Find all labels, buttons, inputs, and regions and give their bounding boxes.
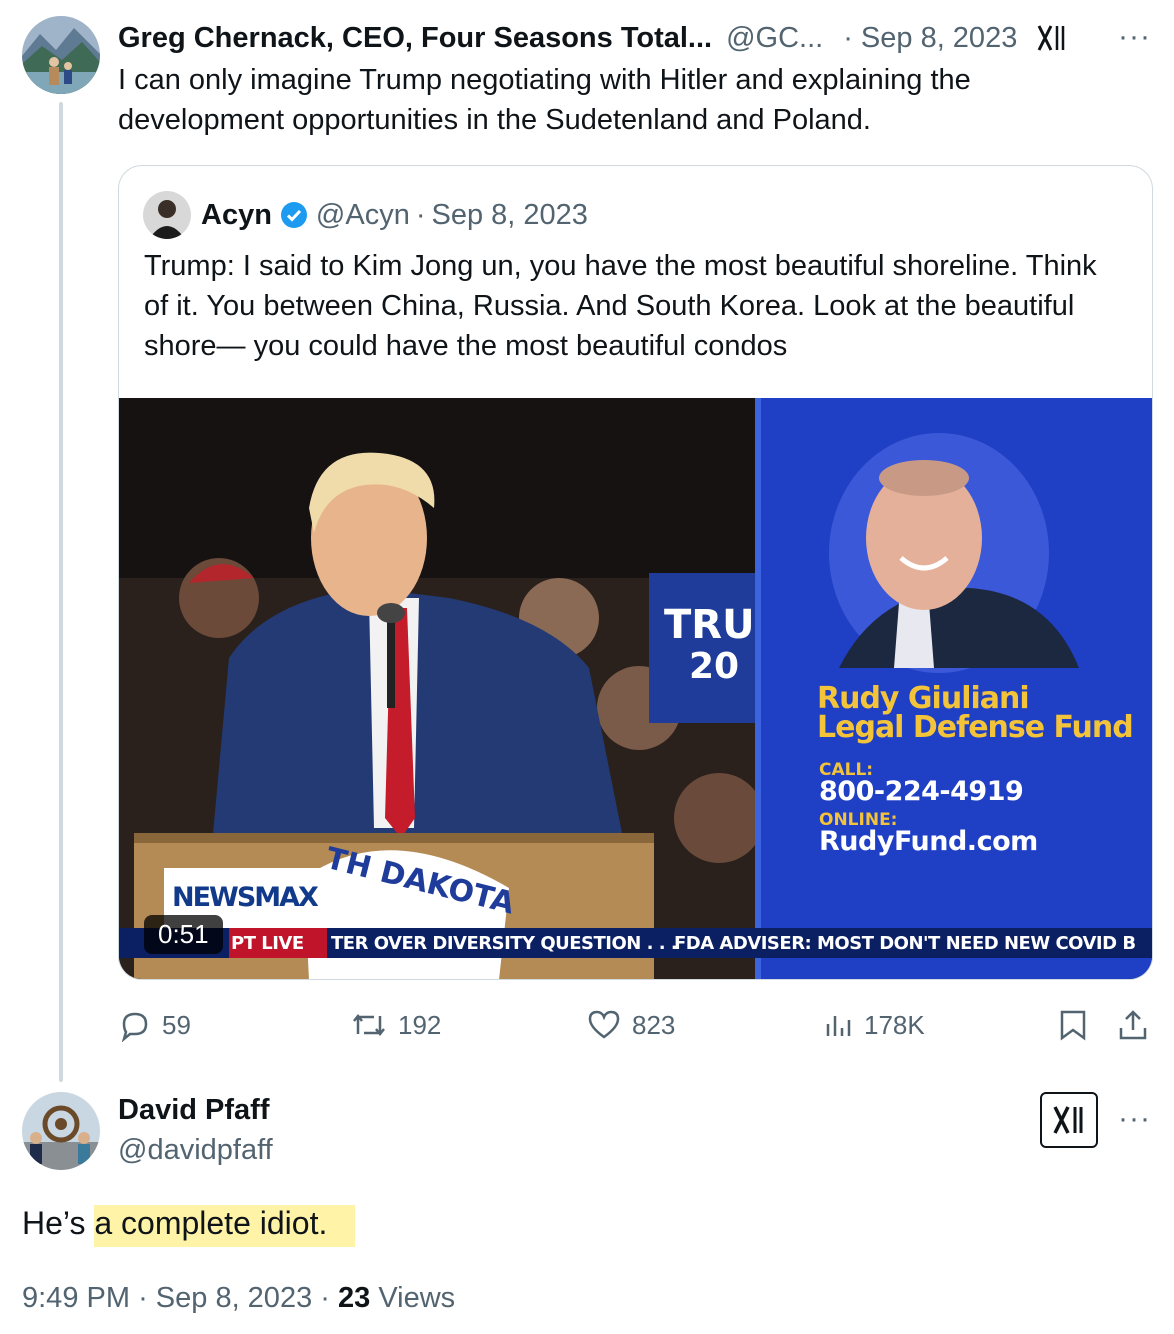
reply-button[interactable]: 59 [118,1005,191,1045]
repost-icon [353,1013,385,1037]
ticker-headline-2: FDA ADVISER: MOST DON'T NEED NEW COVID B [674,933,1136,954]
bookmark-icon [1060,1010,1086,1041]
quoted-author-handle[interactable]: @Acyn [316,199,410,232]
author-handle[interactable]: @GC... [726,22,823,55]
reply-count: 59 [162,1009,191,1040]
views-count: 178K [864,1009,925,1040]
views-count: 23 [337,1282,371,1314]
quoted-tweet[interactable]: Acyn @Acyn · Sep 8, 2023 Trump: I said t… [118,165,1153,980]
share-button[interactable] [1116,1005,1160,1045]
bookmark-button[interactable] [1058,1005,1098,1045]
tweet-text-prefix: He’s [22,1205,95,1241]
tweet-text: He’s a complete idiot. [22,1205,356,1247]
more-options-icon[interactable]: ··· [1118,1104,1151,1134]
repost-button[interactable]: 192 [350,1005,441,1045]
heart-icon [588,1010,620,1039]
more-options-icon[interactable]: ··· [1118,22,1151,52]
live-label: PT LIVE [231,933,304,954]
video-player[interactable]: TRU 20 TH DAKOTA Rudy Giuliani Legal Def… [119,398,1152,979]
fund-title-line-2: Legal Defense Fund [817,710,1134,745]
video-duration: 0:51 [144,915,223,954]
website: RudyFund.com [819,826,1038,857]
quoted-author-name[interactable]: Acyn [201,199,272,232]
like-count: 823 [632,1009,676,1040]
author-avatar[interactable] [22,16,100,94]
quoted-author-avatar[interactable] [143,191,191,239]
quoted-tweet-header: Acyn @Acyn · Sep 8, 2023 [143,190,588,240]
sign-text: 20 [689,646,739,687]
separator-dot: · [138,1282,156,1314]
news-ticker: PT LIVE TER OVER DIVERSITY QUESTION . . … [119,928,1152,958]
tweet-date[interactable]: Sep 8, 2023 [861,22,1017,55]
reply-icon [121,1012,148,1042]
phone-number: 800-224-4919 [819,776,1024,807]
x-logo-icon [1035,21,1069,55]
separator-dot: · [415,198,426,231]
tweet-time[interactable]: 9:49 PM [22,1282,130,1314]
views-icon [826,1016,851,1036]
separator-dot: · [320,1282,338,1314]
tweet-meta: 9:49 PM · Sep 8, 2023 · 23 Views [22,1282,455,1315]
quoted-tweet-text: Trump: I said to Kim Jong un, you have t… [144,250,1097,362]
x-logo-icon[interactable] [1040,1092,1098,1148]
quoted-tweet-date[interactable]: Sep 8, 2023 [432,199,588,232]
like-button[interactable]: 823 [586,1005,675,1045]
tweet-date[interactable]: Sep 8, 2023 [156,1282,312,1314]
verified-badge-icon [280,201,308,229]
separator-dot: · [843,21,853,54]
highlighted-text: a complete idiot. [94,1205,356,1247]
sign-text: TRU [664,602,755,648]
thread-connector-line [59,102,63,1082]
author-avatar[interactable] [22,1092,100,1170]
share-icon [1119,1010,1147,1040]
fund-title-line-1: Rudy Giuliani [817,681,1030,716]
author-name[interactable]: Greg Chernack, CEO, Four Seasons Total..… [118,22,712,55]
repost-count: 192 [398,1009,442,1040]
views-button[interactable]: 178K [824,1005,925,1045]
author-handle[interactable]: @davidpfaff [118,1134,273,1167]
views-label: Views [378,1282,456,1314]
fund-title: Rudy Giuliani Legal Defense Fund [817,681,1134,745]
author-name[interactable]: David Pfaff [118,1094,269,1127]
tweet-actions: 59 192 823 178K [118,1005,1158,1045]
tweet-text: I can only imagine Trump negotiating wit… [118,64,971,136]
ticker-headline-1: TER OVER DIVERSITY QUESTION . . . [331,933,678,954]
tweet-header: Greg Chernack, CEO, Four Seasons Total..… [118,18,1158,58]
